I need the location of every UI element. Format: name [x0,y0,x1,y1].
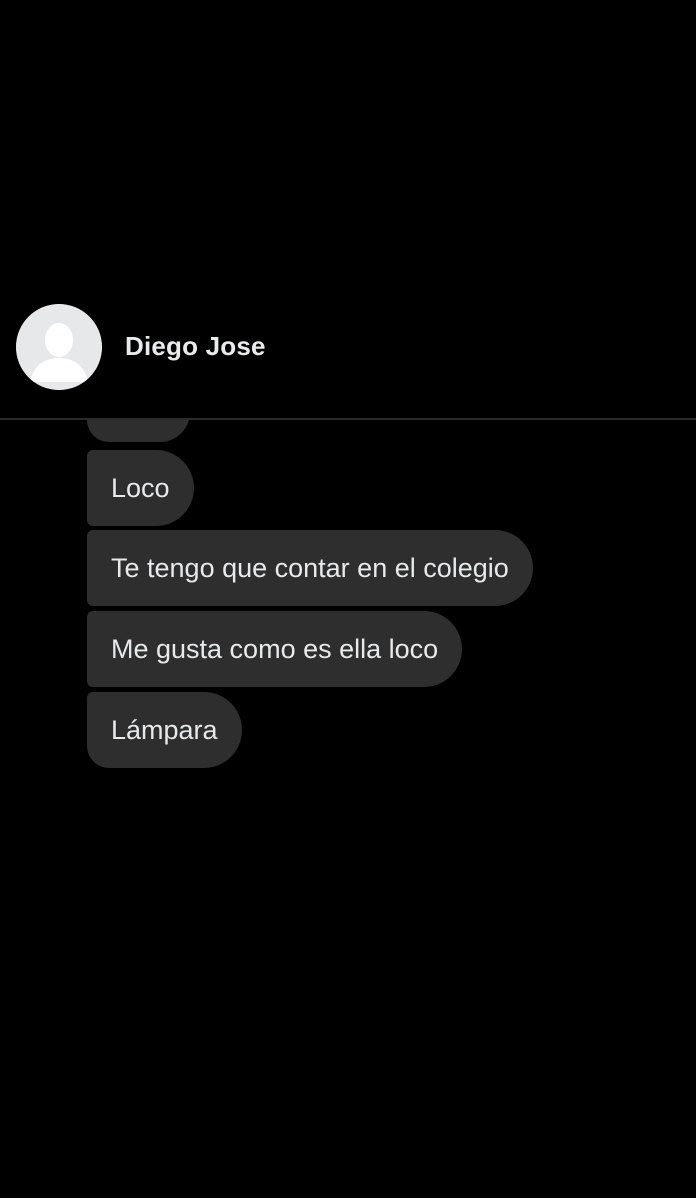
message-bubble[interactable]: Me gusta como es ella loco [87,611,463,687]
default-profile-silhouette-icon [16,304,102,390]
message-bubble-partial[interactable] [87,420,190,442]
avatar[interactable] [16,304,102,390]
message-bubble[interactable]: Lámpara [87,692,242,768]
message-bubble[interactable]: Te tengo que contar en el colegio [87,530,533,606]
chat-header: Diego Jose [0,296,696,400]
contact-name[interactable]: Diego Jose [125,331,266,362]
message-bubble[interactable]: Loco [87,450,194,526]
message-thread[interactable]: Loco Te tengo que contar en el colegio M… [0,420,696,1198]
